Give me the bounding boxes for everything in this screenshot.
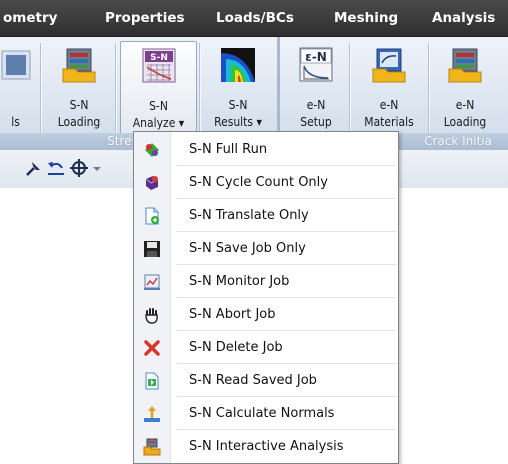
menu-item-label: S-N Save Job Only bbox=[189, 241, 306, 256]
en-setup-button[interactable]: ε-N e-N Setup bbox=[285, 41, 347, 136]
ribbon-divider bbox=[428, 43, 429, 133]
ribbon-divider bbox=[40, 43, 41, 133]
menu-item-label: S-N Interactive Analysis bbox=[189, 439, 344, 454]
interactive-icon bbox=[143, 438, 161, 456]
ribbon-divider bbox=[115, 43, 116, 133]
ribbon-button-label: Results ▾ bbox=[214, 115, 262, 129]
en-setup-icon: ε-N bbox=[298, 47, 334, 83]
group-label-text: Crack Initia bbox=[424, 134, 492, 148]
translate-icon bbox=[143, 207, 161, 225]
sn-results-button[interactable]: S-N Results ▾ bbox=[202, 41, 274, 136]
sn-results-icon bbox=[220, 47, 256, 83]
en-materials-icon bbox=[371, 47, 407, 83]
sn-loading-button[interactable]: S-N Loading bbox=[45, 41, 113, 136]
en-loading-icon bbox=[447, 47, 483, 83]
ribbon-tab-bar: ometry Properties Loads/BCs Meshing Anal… bbox=[0, 0, 508, 37]
ribbon-divider bbox=[349, 43, 350, 133]
en-materials-button[interactable]: e-N Materials bbox=[352, 41, 426, 136]
menu-item-interactive-analysis[interactable]: S-N Interactive Analysis bbox=[134, 430, 398, 463]
ribbon-button-label: Loading bbox=[57, 115, 101, 129]
menu-item-translate-only[interactable]: S-N Translate Only bbox=[134, 199, 398, 232]
sn-loading-icon bbox=[61, 47, 97, 83]
svg-text:ε-N: ε-N bbox=[305, 50, 327, 64]
tab-meshing[interactable]: Meshing bbox=[334, 0, 398, 36]
menu-item-cycle-count-only[interactable]: S-N Cycle Count Only bbox=[134, 166, 398, 199]
ribbon-button-label: ls bbox=[11, 115, 20, 129]
read-job-icon bbox=[143, 372, 161, 390]
menu-item-save-job-only[interactable]: S-N Save Job Only bbox=[134, 232, 398, 265]
ribbon-button-label: S-N bbox=[228, 98, 248, 112]
monitor-icon bbox=[143, 273, 161, 291]
sn-analyze-button[interactable]: S-N S-N Analyze ▾ bbox=[120, 41, 197, 136]
menu-item-label: S-N Abort Job bbox=[189, 307, 276, 322]
ribbon-button-label: e-N bbox=[455, 98, 475, 112]
menu-item-label: S-N Monitor Job bbox=[189, 274, 290, 289]
menu-item-label: S-N Read Saved Job bbox=[189, 373, 317, 388]
tab-geometry[interactable]: ometry bbox=[3, 0, 57, 36]
stress-life-icon bbox=[0, 47, 34, 83]
menu-item-label: S-N Full Run bbox=[189, 142, 268, 157]
ribbon-button-partial[interactable]: ls bbox=[0, 41, 39, 136]
menu-item-calculate-normals[interactable]: S-N Calculate Normals bbox=[134, 397, 398, 430]
undo-icon[interactable] bbox=[46, 158, 66, 178]
menu-item-read-saved-job[interactable]: S-N Read Saved Job bbox=[134, 364, 398, 397]
ribbon-button-label: S-N bbox=[149, 99, 168, 113]
ribbon-button-label: S-N bbox=[69, 98, 89, 112]
pick-icon[interactable] bbox=[24, 158, 44, 178]
ribbon-button-label: e-N bbox=[306, 98, 326, 112]
ribbon-button-label: Analyze ▾ bbox=[132, 116, 185, 130]
save-icon bbox=[143, 240, 161, 258]
menu-item-label: S-N Translate Only bbox=[189, 208, 309, 223]
ribbon-button-label: Materials bbox=[364, 115, 414, 129]
menu-item-label: S-N Calculate Normals bbox=[189, 406, 335, 421]
menu-item-label: S-N Cycle Count Only bbox=[189, 175, 328, 190]
menu-item-monitor-job[interactable]: S-N Monitor Job bbox=[134, 265, 398, 298]
delete-icon bbox=[143, 339, 161, 357]
tab-loads-bcs[interactable]: Loads/BCs bbox=[216, 0, 294, 36]
normals-icon bbox=[143, 405, 161, 423]
chevron-down-icon[interactable] bbox=[91, 158, 103, 178]
tab-analysis[interactable]: Analysis bbox=[432, 0, 495, 36]
ribbon-button-label: Loading bbox=[443, 115, 487, 129]
ribbon-divider bbox=[199, 43, 200, 133]
ribbon-button-label: Setup bbox=[300, 115, 332, 129]
menu-item-delete-job[interactable]: S-N Delete Job bbox=[134, 331, 398, 364]
full-run-icon bbox=[143, 141, 161, 159]
tab-properties[interactable]: Properties bbox=[105, 0, 185, 36]
cycle-count-icon bbox=[143, 174, 161, 192]
sn-analyze-icon: S-N bbox=[141, 48, 177, 84]
menu-item-abort-job[interactable]: S-N Abort Job bbox=[134, 298, 398, 331]
ribbon-button-label: e-N bbox=[379, 98, 399, 112]
hand-icon bbox=[143, 306, 161, 324]
svg-text:S-N: S-N bbox=[150, 53, 168, 63]
fit-view-icon[interactable] bbox=[69, 158, 89, 178]
en-loading-button[interactable]: e-N Loading bbox=[431, 41, 499, 136]
menu-item-label: S-N Delete Job bbox=[189, 340, 283, 355]
menu-item-full-run[interactable]: S-N Full Run bbox=[134, 133, 398, 166]
sn-analyze-dropdown-menu: S-N Full Run S-N Cycle Count Only S-N Tr… bbox=[133, 131, 399, 464]
